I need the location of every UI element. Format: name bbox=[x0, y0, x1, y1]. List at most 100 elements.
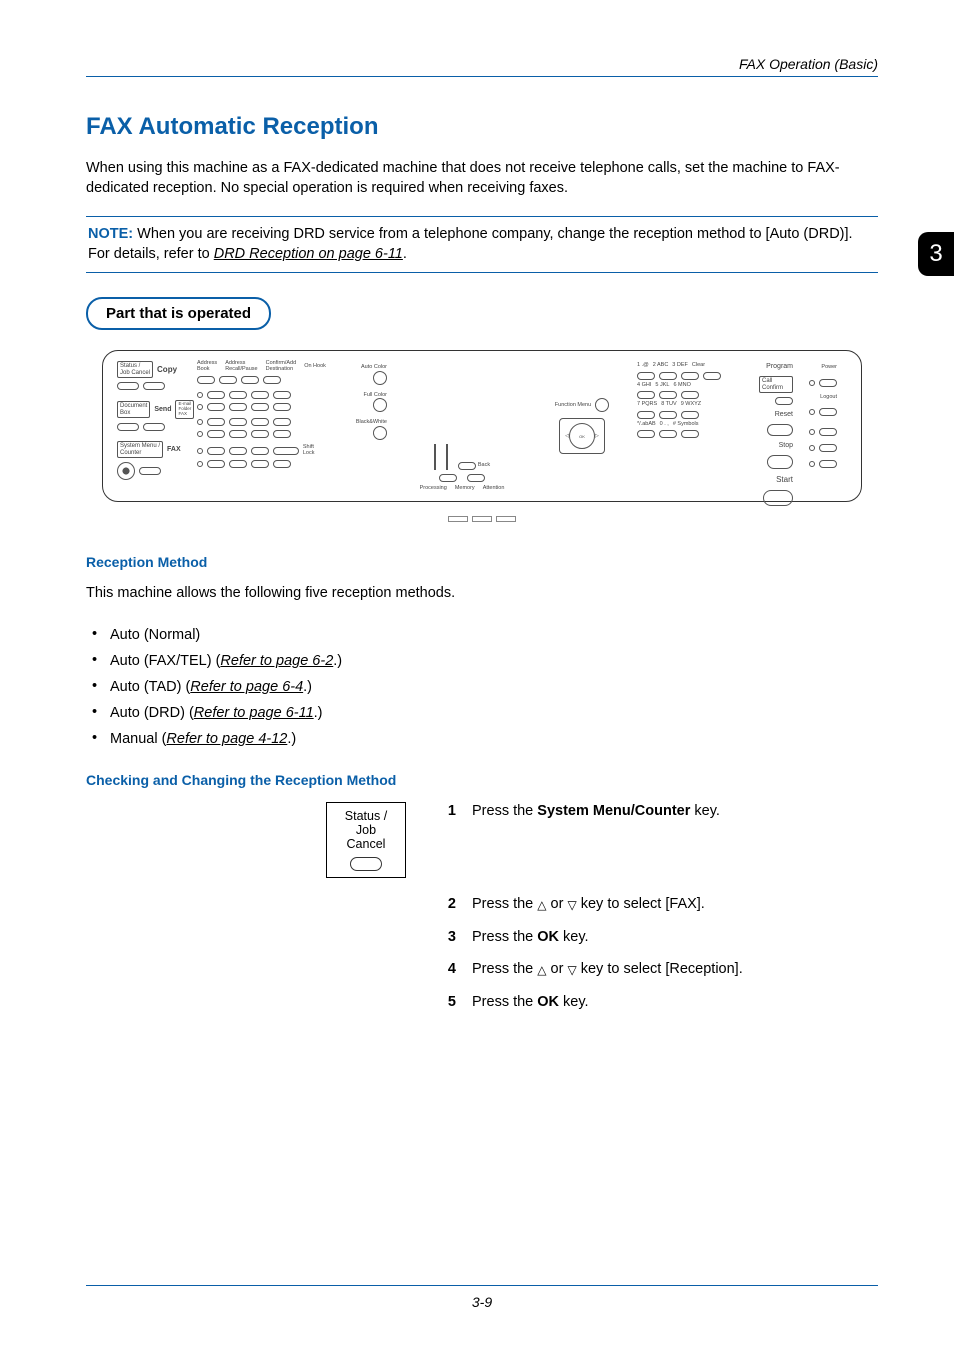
step-5-after: key. bbox=[559, 994, 589, 1010]
copy-label: Copy bbox=[157, 366, 177, 374]
status-jobcancel-illustration: Status / Job Cancel bbox=[326, 802, 406, 878]
method-4-text: Manual ( bbox=[110, 731, 166, 747]
shift-lock-button bbox=[273, 447, 299, 455]
method-2-link[interactable]: Refer to page 6-4 bbox=[190, 679, 303, 695]
function-menu-label: Function Menu bbox=[555, 403, 591, 409]
method-2-text: Auto (TAD) ( bbox=[110, 679, 190, 695]
addr-recall-label: Address Recall/Pause bbox=[225, 361, 257, 372]
step-5-before: Press the bbox=[472, 994, 537, 1010]
control-panel-illustration: Status / Job Cancel Copy Document Box Se… bbox=[102, 350, 862, 502]
down-arrow-icon: ▽ bbox=[567, 899, 576, 911]
method-0-text: Auto (Normal) bbox=[110, 627, 200, 643]
bw-button bbox=[373, 426, 387, 440]
note-link[interactable]: DRD Reception on page 6-11 bbox=[214, 246, 403, 262]
back-label: Back bbox=[478, 463, 490, 469]
method-1-text: Auto (FAX/TEL) ( bbox=[110, 653, 220, 669]
part-operated-badge: Part that is operated bbox=[86, 297, 271, 330]
auto-color-label: Auto Color bbox=[337, 365, 387, 371]
fax-button bbox=[139, 467, 161, 475]
step-3-after: key. bbox=[559, 929, 589, 945]
status-button bbox=[117, 382, 139, 390]
copy-button bbox=[143, 382, 165, 390]
list-item: Manual (Refer to page 4-12.) bbox=[86, 726, 878, 752]
page-number: 3-9 bbox=[86, 1285, 878, 1310]
system-menu-button bbox=[117, 462, 135, 480]
note-text-before: When you are receiving DRD service from … bbox=[88, 226, 853, 262]
status-line2: Job Cancel bbox=[335, 823, 397, 851]
down-arrow-icon: ▽ bbox=[567, 964, 576, 976]
power-button bbox=[819, 379, 837, 387]
step-num: 4 bbox=[442, 960, 456, 979]
step-5-bold: OK bbox=[537, 994, 559, 1010]
full-color-label: Full Color bbox=[337, 393, 387, 399]
fax-label: FAX bbox=[167, 446, 181, 453]
method-4-after: .) bbox=[287, 731, 296, 747]
send-label: Send bbox=[154, 406, 171, 413]
status-line1: Status / bbox=[335, 809, 397, 823]
method-3-after: .) bbox=[314, 705, 323, 721]
logout-button bbox=[819, 408, 837, 416]
key-4: 4 GHI bbox=[637, 383, 651, 389]
ok-button: OK bbox=[569, 423, 595, 449]
key-5: 5 JKL bbox=[655, 383, 669, 389]
call-confirm-label: Call Confirm bbox=[759, 376, 793, 393]
key-hash: # Symbols bbox=[673, 422, 699, 428]
method-1-after: .) bbox=[333, 653, 342, 669]
header-section: FAX Operation (Basic) bbox=[86, 56, 878, 77]
step-1-bold: System Menu/Counter bbox=[537, 803, 690, 819]
auto-color-button bbox=[373, 371, 387, 385]
step-num: 1 bbox=[442, 802, 456, 821]
system-menu-label: System Menu / Counter bbox=[117, 441, 163, 458]
key-8: 8 TUV bbox=[661, 402, 677, 408]
stop-label: Stop bbox=[733, 442, 793, 449]
status-button-illustration bbox=[350, 857, 382, 871]
page-title: FAX Automatic Reception bbox=[86, 113, 878, 141]
processing-label: Processing bbox=[420, 486, 447, 492]
key-6: 6 MNO bbox=[673, 383, 690, 389]
step-2-text: Press the △ or ▽ key to select [FAX]. bbox=[472, 895, 705, 914]
step-num: 3 bbox=[442, 928, 456, 947]
list-item: Auto (TAD) (Refer to page 6-4.) bbox=[86, 674, 878, 700]
shift-lock-label: Shift Lock bbox=[303, 445, 327, 456]
method-1-link[interactable]: Refer to page 6-2 bbox=[220, 653, 333, 669]
key-0: 0 . , bbox=[660, 422, 669, 428]
send-types-label: E-mailFolderFAX bbox=[175, 400, 194, 419]
full-color-button bbox=[373, 398, 387, 412]
function-menu-button bbox=[595, 398, 609, 412]
stop-button bbox=[767, 455, 793, 469]
addr-book-label: Address Book bbox=[197, 361, 217, 372]
note-label: NOTE: bbox=[88, 226, 133, 242]
step-num: 5 bbox=[442, 993, 456, 1012]
method-4-link[interactable]: Refer to page 4-12 bbox=[166, 731, 287, 747]
key-1: 1 .@ bbox=[637, 363, 649, 369]
step-num: 2 bbox=[442, 895, 456, 914]
note-text-after: . bbox=[403, 246, 407, 262]
step-3-before: Press the bbox=[472, 929, 537, 945]
key-9: 9 WXYZ bbox=[681, 402, 701, 408]
bw-label: Black&White bbox=[337, 420, 387, 426]
step-1-after: key. bbox=[690, 803, 720, 819]
up-arrow-icon: △ bbox=[537, 899, 546, 911]
start-button bbox=[763, 490, 793, 506]
intro-text: When using this machine as a FAX-dedicat… bbox=[86, 159, 878, 198]
memory-label: Memory bbox=[455, 486, 475, 492]
step-3-bold: OK bbox=[537, 929, 559, 945]
softkey-1 bbox=[439, 474, 457, 482]
list-item: Auto (Normal) bbox=[86, 622, 878, 648]
start-label: Start bbox=[733, 475, 793, 484]
list-item: Auto (DRD) (Refer to page 6-11.) bbox=[86, 700, 878, 726]
key-3: 3 DEF bbox=[672, 363, 688, 369]
send-button bbox=[143, 423, 165, 431]
list-item: Auto (FAX/TEL) (Refer to page 6-2.) bbox=[86, 648, 878, 674]
chapter-tab: 3 bbox=[918, 232, 954, 276]
reset-label: Reset bbox=[733, 411, 793, 418]
up-arrow-icon: △ bbox=[537, 964, 546, 976]
logout-label: Logout bbox=[820, 395, 837, 401]
step-4: 4 Press the △ or ▽ key to select [Recept… bbox=[442, 960, 878, 979]
power-label: Power bbox=[821, 365, 837, 371]
softkey-2 bbox=[467, 474, 485, 482]
method-2-after: .) bbox=[303, 679, 312, 695]
method-3-link[interactable]: Refer to page 6-11 bbox=[194, 705, 314, 721]
step-2: 2 Press the △ or ▽ key to select [FAX]. bbox=[442, 895, 878, 914]
confirm-dest-label: Confirm/Add Destination bbox=[266, 361, 297, 372]
